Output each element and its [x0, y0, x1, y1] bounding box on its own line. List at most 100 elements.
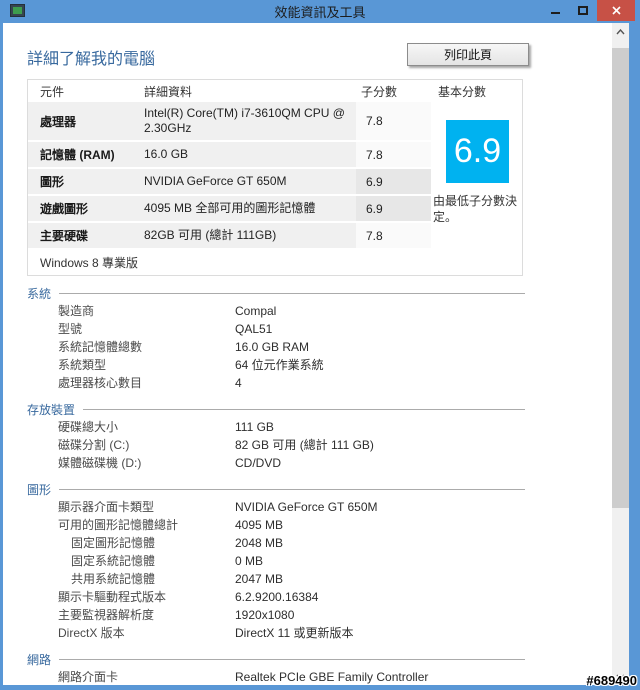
section-divider — [59, 488, 525, 490]
spec-label: 系統記憶體總數 — [58, 340, 143, 354]
scroll-up-button[interactable] — [612, 23, 629, 40]
spec-label: 處理器核心數目 — [58, 376, 143, 390]
info-section: 系統 製造商 Compal 型號 QAL51 系統記憶體總數 16.0 GB R… — [27, 284, 525, 392]
spec-label: 顯示器介面卡類型 — [58, 500, 155, 514]
spec-label: 可用的圖形記憶體總計 — [58, 518, 179, 532]
score-table-row: 處理器 Intel(R) Core(TM) i7-3610QM CPU @ 2.… — [28, 102, 431, 140]
spec-value: 2048 MB — [235, 536, 284, 550]
component-name: 遊戲圖形 — [40, 202, 89, 216]
spec-value: 2047 MB — [235, 572, 284, 586]
spec-value: DirectX 11 或更新版本 — [235, 626, 354, 640]
base-score-box: 6.9 — [446, 120, 509, 183]
component-subscore: 7.8 — [356, 223, 431, 248]
section-title: 圖形 — [27, 482, 52, 497]
maximize-button[interactable] — [569, 0, 597, 21]
score-table: 元件 詳細資料 子分數 基本分數 處理器 Intel(R) Core(TM) i… — [27, 79, 523, 276]
spec-row: 固定系統記憶體 0 MB — [27, 552, 525, 570]
spec-value: CD/DVD — [235, 456, 282, 470]
spec-label: 網路介面卡 — [58, 670, 119, 684]
chevron-up-icon — [616, 28, 625, 34]
spec-row: 共用系統記憶體 2047 MB — [27, 570, 525, 588]
spec-row: 硬碟總大小 111 GB — [27, 418, 525, 436]
spec-label: 系統類型 — [58, 358, 107, 372]
titlebar: 效能資訊及工具 — [0, 0, 640, 23]
component-subscore: 6.9 — [356, 196, 431, 221]
spec-value: 64 位元作業系統 — [235, 358, 324, 372]
spec-value: Realtek PCIe GBE Family Controller — [235, 670, 429, 684]
component-details: Intel(R) Core(TM) i7-3610QM CPU @ 2.30GH… — [144, 106, 345, 135]
spec-label: 磁碟分割 (C:) — [58, 438, 130, 452]
component-subscore: 7.8 — [356, 142, 431, 167]
component-details: 4095 MB 全部可用的圖形記憶體 — [144, 201, 316, 215]
component-details: NVIDIA GeForce GT 650M — [144, 174, 287, 188]
spec-value: Compal — [235, 304, 277, 318]
info-sections: 系統 製造商 Compal 型號 QAL51 系統記憶體總數 16.0 GB R… — [27, 284, 525, 685]
spec-value: 1920x1080 — [235, 608, 295, 622]
scrollbar[interactable] — [612, 23, 629, 685]
spec-label: 共用系統記憶體 — [71, 572, 156, 586]
component-name: 記憶體 (RAM) — [40, 148, 115, 162]
spec-row: 主要監視器解析度 1920x1080 — [27, 606, 525, 624]
section-rows: 製造商 Compal 型號 QAL51 系統記憶體總數 16.0 GB RAM … — [27, 302, 525, 392]
component-name: 圖形 — [40, 175, 65, 189]
scrollbar-thumb[interactable] — [612, 48, 629, 508]
header-subscore: 子分數 — [361, 84, 398, 99]
score-table-row: 遊戲圖形 4095 MB 全部可用的圖形記憶體 6.9 — [28, 196, 431, 221]
base-score-panel: 6.9 由最低子分數決定。 — [431, 102, 524, 225]
score-table-row: 記憶體 (RAM) 16.0 GB 7.8 — [28, 142, 431, 167]
section-title: 網路 — [27, 652, 52, 667]
spec-value: NVIDIA GeForce GT 650M — [235, 500, 378, 514]
header-component: 元件 — [40, 84, 65, 99]
spec-label: 固定圖形記憶體 — [71, 536, 156, 550]
section-rows: 網路介面卡 Realtek PCIe GBE Family Controller — [27, 668, 525, 685]
info-section: 圖形 顯示器介面卡類型 NVIDIA GeForce GT 650M 可用的圖形… — [27, 480, 525, 642]
spec-value: 111 GB — [235, 420, 274, 434]
spec-label: 媒體磁碟機 (D:) — [58, 456, 142, 470]
close-button[interactable] — [597, 0, 635, 21]
section-header: 系統 — [27, 284, 525, 302]
section-title: 存放裝置 — [27, 402, 76, 417]
app-window: 效能資訊及工具 詳細了解我的電腦 列印此頁 元件 詳細資料 子分數 基本分數 處… — [0, 0, 640, 690]
spec-row: 系統類型 64 位元作業系統 — [27, 356, 525, 374]
spec-row: 系統記憶體總數 16.0 GB RAM — [27, 338, 525, 356]
score-table-row: 主要硬碟 82GB 可用 (總計 111GB) 7.8 — [28, 223, 431, 248]
spec-label: 硬碟總大小 — [58, 420, 119, 434]
component-details: 82GB 可用 (總計 111GB) — [144, 228, 277, 242]
spec-row: 可用的圖形記憶體總計 4095 MB — [27, 516, 525, 534]
spec-row: 型號 QAL51 — [27, 320, 525, 338]
spec-label: DirectX 版本 — [58, 626, 125, 640]
component-subscore: 6.9 — [356, 169, 431, 194]
base-score-note: 由最低子分數決定。 — [433, 194, 518, 224]
component-name: 處理器 — [40, 114, 77, 129]
spec-row: 處理器核心數目 4 — [27, 374, 525, 392]
spec-label: 製造商 — [58, 304, 95, 318]
window-controls — [541, 0, 635, 23]
section-divider — [59, 292, 525, 294]
spec-row: 顯示卡驅動程式版本 6.2.9200.16384 — [27, 588, 525, 606]
spec-value: 0 MB — [235, 554, 264, 568]
page-header: 詳細了解我的電腦 列印此頁 — [27, 43, 529, 71]
spec-value: QAL51 — [235, 322, 273, 336]
watermark: #689490 — [586, 673, 637, 688]
score-table-header: 元件 詳細資料 子分數 基本分數 — [28, 80, 522, 102]
print-button[interactable]: 列印此頁 — [407, 43, 529, 66]
spec-label: 型號 — [58, 322, 83, 336]
spec-row: 顯示器介面卡類型 NVIDIA GeForce GT 650M — [27, 498, 525, 516]
info-section: 網路 網路介面卡 Realtek PCIe GBE Family Control… — [27, 650, 525, 685]
spec-label: 顯示卡驅動程式版本 — [58, 590, 167, 604]
spec-value: 6.2.9200.16384 — [235, 590, 319, 604]
section-rows: 顯示器介面卡類型 NVIDIA GeForce GT 650M 可用的圖形記憶體… — [27, 498, 525, 642]
os-edition: Windows 8 專業版 — [28, 250, 522, 275]
spec-label: 固定系統記憶體 — [71, 554, 156, 568]
close-icon — [611, 6, 621, 15]
spec-value: 4 — [235, 376, 242, 390]
minimize-icon — [550, 12, 560, 14]
section-header: 圖形 — [27, 480, 525, 498]
spec-row: 網路介面卡 Realtek PCIe GBE Family Controller — [27, 668, 525, 685]
section-divider — [83, 408, 525, 410]
score-table-row: 圖形 NVIDIA GeForce GT 650M 6.9 — [28, 169, 431, 194]
minimize-button[interactable] — [541, 0, 569, 21]
spec-row: 磁碟分割 (C:) 82 GB 可用 (總計 111 GB) — [27, 436, 525, 454]
spec-row: DirectX 版本 DirectX 11 或更新版本 — [27, 624, 525, 642]
spec-value: 16.0 GB RAM — [235, 340, 310, 354]
